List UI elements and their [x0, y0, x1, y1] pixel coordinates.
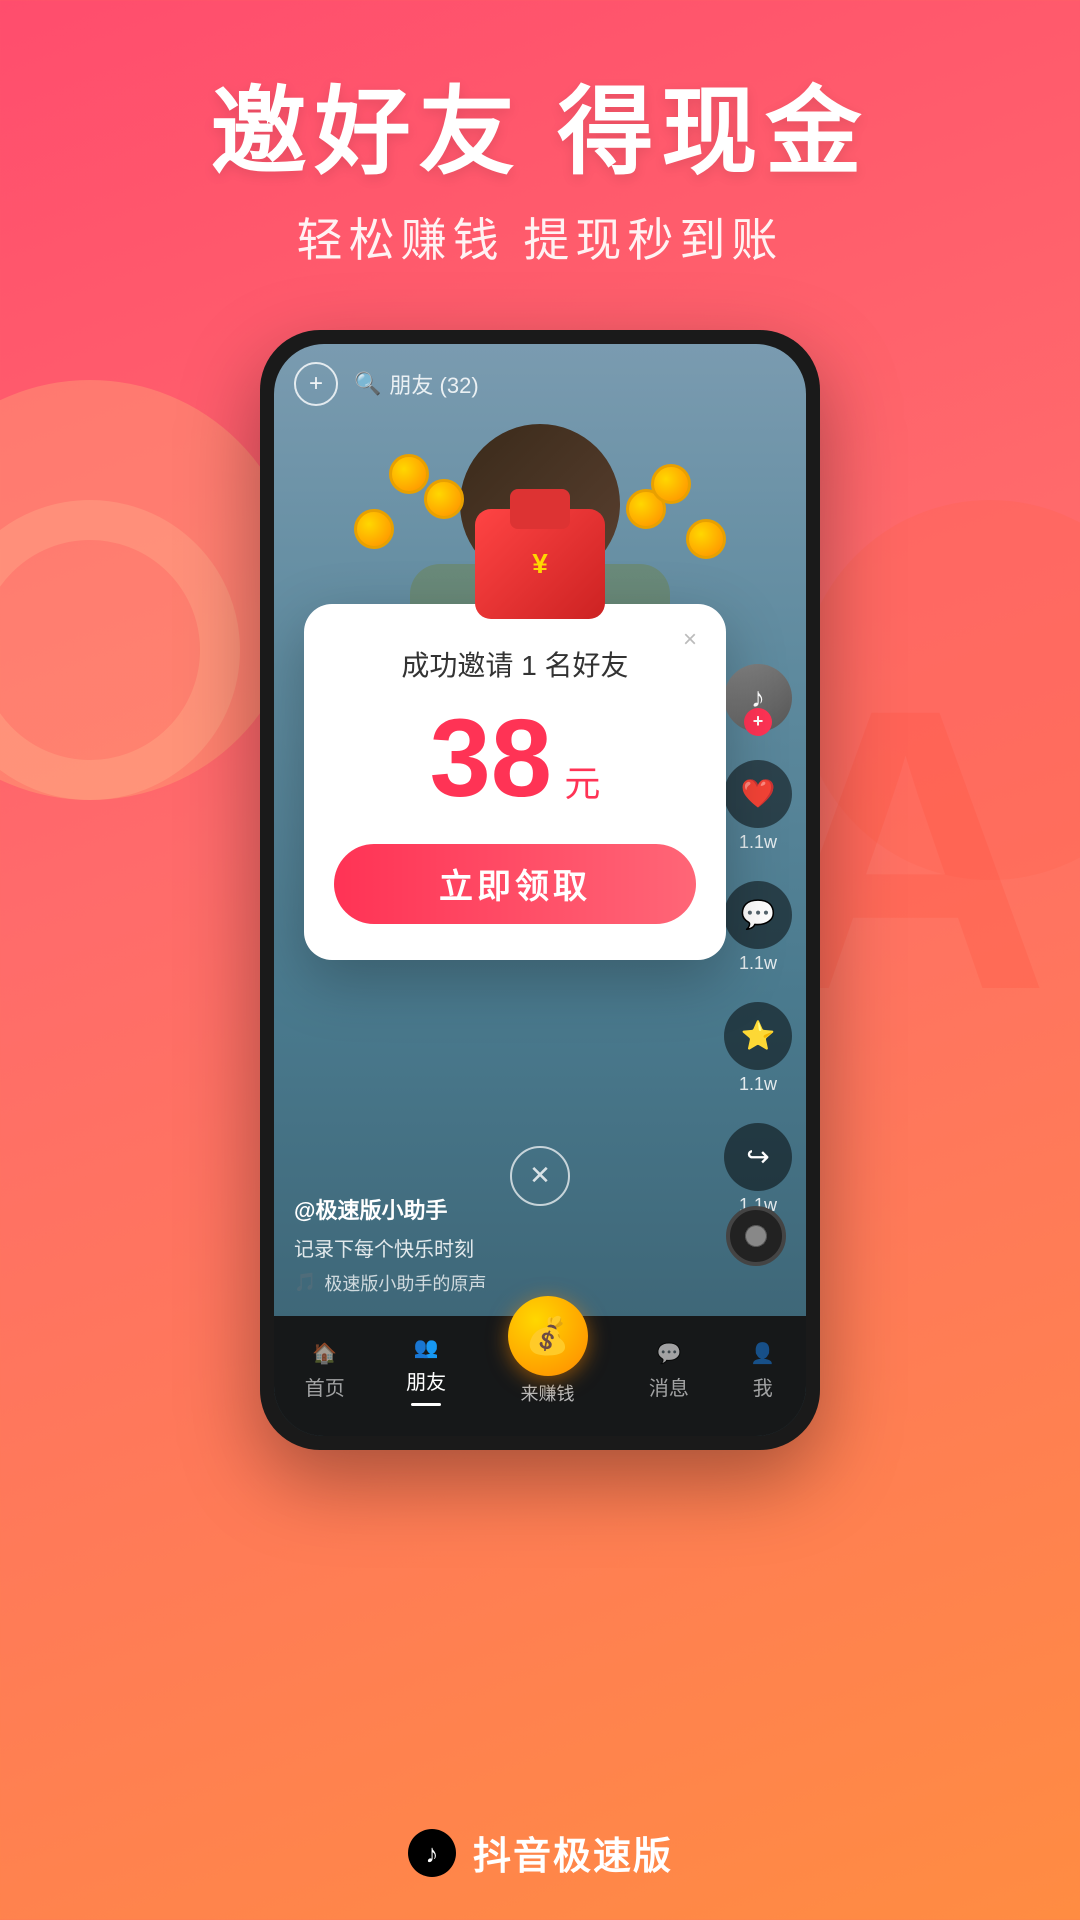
- coin-6: [651, 464, 691, 504]
- phone-frame: + 🔍 朋友 (32) ¥: [260, 330, 820, 1450]
- messages-label: 消息: [649, 1372, 689, 1401]
- share-icon: ↪: [724, 1123, 792, 1191]
- follow-icon: +: [744, 708, 772, 736]
- popup-close-button[interactable]: ×: [672, 622, 708, 658]
- like-icon: ❤️: [724, 760, 792, 828]
- nav-friends[interactable]: 👥 朋友: [406, 1335, 446, 1406]
- like-count: 1.1w: [739, 832, 777, 853]
- sub-title: 轻松赚钱 提现秒到账: [0, 204, 1080, 270]
- coins-container: ¥: [334, 499, 746, 619]
- star-icon: ⭐: [724, 1002, 792, 1070]
- phone-topbar: + 🔍 朋友 (32): [274, 344, 806, 424]
- video-music: 🎵 极速版小助手的原声: [294, 1270, 486, 1296]
- friends-label: 朋友: [406, 1366, 446, 1395]
- search-bar[interactable]: 🔍 朋友 (32): [354, 368, 479, 400]
- share-icon-group[interactable]: ↪ 1.1w: [724, 1123, 792, 1216]
- nav-profile[interactable]: 👤 我: [750, 1341, 775, 1401]
- music-label: 极速版小助手的原声: [324, 1270, 486, 1296]
- profile-label: 我: [753, 1372, 773, 1401]
- friends-icon: 👥: [414, 1335, 439, 1360]
- video-username: @极速版小助手: [294, 1193, 486, 1225]
- coin-4: [686, 519, 726, 559]
- svg-text:♪: ♪: [425, 1838, 438, 1868]
- comment-icon: 💬: [724, 881, 792, 949]
- profile-icon-group: ♪ +: [724, 664, 792, 732]
- earn-coin-icon: 💰: [508, 1296, 588, 1376]
- bottom-branding: ♪ 抖音极速版: [0, 1825, 1080, 1880]
- nav-earn[interactable]: 💰 来赚钱: [508, 1296, 588, 1406]
- header-area: 邀好友 得现金 轻松赚钱 提现秒到账: [0, 0, 1080, 270]
- nav-home[interactable]: 🏠 首页: [305, 1341, 345, 1401]
- claim-button[interactable]: 立即领取: [334, 844, 696, 924]
- add-contact-button[interactable]: +: [294, 362, 338, 406]
- profile-avatar[interactable]: ♪ +: [724, 664, 792, 732]
- phone-navbar: 🏠 首页 👥 朋友 💰 来赚钱 💬 消息 👤 我: [274, 1316, 806, 1436]
- like-icon-group[interactable]: ❤️ 1.1w: [724, 760, 792, 853]
- comment-icon-group[interactable]: 💬 1.1w: [724, 881, 792, 974]
- video-description: 记录下每个快乐时刻: [294, 1233, 486, 1262]
- popup-amount-row: 38 元: [334, 704, 696, 814]
- main-title: 邀好友 得现金: [0, 80, 1080, 186]
- messages-icon: 💬: [656, 1341, 681, 1366]
- search-icon: 🔍: [354, 371, 381, 397]
- phone-wrapper: + 🔍 朋友 (32) ¥: [0, 330, 1080, 1450]
- right-sidebar: ♪ + ❤️ 1.1w 💬 1.1w ⭐ 1.1w: [724, 664, 792, 1216]
- comment-count: 1.1w: [739, 953, 777, 974]
- profile-icon: 👤: [750, 1341, 775, 1366]
- nav-messages[interactable]: 💬 消息: [649, 1341, 689, 1401]
- app-name: 抖音极速版: [473, 1825, 673, 1880]
- coin-2: [424, 479, 464, 519]
- earn-label: 来赚钱: [521, 1380, 575, 1406]
- search-label: 朋友 (32): [389, 368, 478, 400]
- home-label: 首页: [305, 1372, 345, 1401]
- music-disc: [726, 1206, 786, 1266]
- phone-screen: + 🔍 朋友 (32) ¥: [274, 344, 806, 1436]
- coin-1: [354, 509, 394, 549]
- reward-popup: × 成功邀请 1 名好友 38 元 立即领取: [304, 604, 726, 960]
- tiktok-logo: ♪: [407, 1828, 457, 1878]
- star-count: 1.1w: [739, 1074, 777, 1095]
- dismiss-button[interactable]: ✕: [510, 1146, 570, 1206]
- popup-amount: 38: [430, 697, 552, 820]
- red-envelope: ¥: [475, 509, 605, 619]
- star-icon-group[interactable]: ⭐ 1.1w: [724, 1002, 792, 1095]
- coin-5: [389, 454, 429, 494]
- popup-amount-unit: 元: [564, 763, 600, 804]
- popup-title: 成功邀请 1 名好友: [334, 644, 696, 684]
- music-disc-inner: [746, 1226, 766, 1246]
- home-icon: 🏠: [312, 1341, 337, 1366]
- video-info: @极速版小助手 记录下每个快乐时刻 🎵 极速版小助手的原声: [294, 1193, 486, 1296]
- music-note-icon: 🎵: [294, 1272, 316, 1293]
